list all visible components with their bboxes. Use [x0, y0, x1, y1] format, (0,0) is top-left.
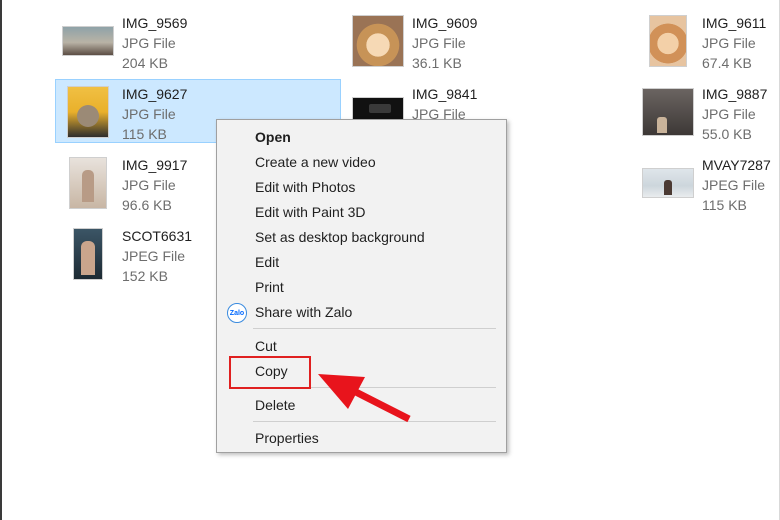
zalo-icon: Zalo [227, 303, 247, 323]
file-size: 115 KB [122, 126, 167, 142]
file-thumbnail [642, 86, 694, 138]
menu-item-set-desktop-background[interactable]: Set as desktop background [217, 225, 506, 250]
photo-thumbnail-icon [649, 15, 687, 67]
file-size: 204 KB [122, 55, 168, 71]
menu-item-label: Share with Zalo [255, 304, 353, 320]
file-type: JPEG File [122, 248, 186, 264]
file-name: SCOT6631 [122, 228, 193, 244]
photo-thumbnail-icon [69, 157, 107, 209]
photo-thumbnail-icon [642, 88, 694, 136]
photo-thumbnail-icon [352, 15, 404, 67]
file-name: IMG_9887 [702, 86, 768, 102]
file-item-img9609[interactable]: IMG_9609 JPG File 36.1 KB [345, 8, 615, 72]
red-arrow-icon [318, 374, 411, 423]
file-name: IMG_9917 [122, 157, 188, 173]
file-type: JPG File [412, 35, 466, 51]
file-size: 115 KB [702, 197, 747, 213]
file-size: 55.0 KB [702, 126, 752, 142]
photo-thumbnail-icon [67, 86, 109, 138]
menu-item-print[interactable]: Print [217, 275, 506, 300]
file-item-img9887[interactable]: IMG_9887 JPG File 55.0 KB [635, 79, 775, 143]
file-name: MVAY7287 [702, 157, 771, 173]
photo-thumbnail-icon [62, 26, 114, 56]
file-type: JPG File [122, 35, 176, 51]
file-thumbnail [642, 15, 694, 67]
menu-item-share-with-zalo[interactable]: Zalo Share with Zalo [217, 300, 506, 325]
photo-thumbnail-icon [642, 168, 694, 198]
file-type: JPG File [122, 177, 176, 193]
file-item-img9611[interactable]: IMG_9611 JPG File 67.4 KB [635, 8, 775, 72]
file-thumbnail [642, 157, 694, 209]
file-name: IMG_9569 [122, 15, 188, 31]
menu-item-create-new-video[interactable]: Create a new video [217, 150, 506, 175]
file-type: JPG File [122, 106, 176, 122]
file-size: 67.4 KB [702, 55, 752, 71]
menu-item-edit-with-paint-3d[interactable]: Edit with Paint 3D [217, 200, 506, 225]
menu-item-edit-with-photos[interactable]: Edit with Photos [217, 175, 506, 200]
file-type: JPEG File [702, 177, 766, 193]
file-type: JPG File [702, 106, 756, 122]
photo-thumbnail-icon [73, 228, 103, 280]
window-left-border [0, 0, 2, 520]
file-size: 36.1 KB [412, 55, 462, 71]
menu-item-edit[interactable]: Edit [217, 250, 506, 275]
file-name: IMG_9627 [122, 86, 188, 102]
menu-separator [253, 328, 496, 329]
file-name: IMG_9841 [412, 86, 478, 102]
file-thumbnail [352, 15, 404, 67]
file-item-mvay7287[interactable]: MVAY7287 JPEG File 115 KB [635, 150, 775, 214]
file-name: IMG_9609 [412, 15, 478, 31]
menu-item-open[interactable]: Open [217, 125, 506, 150]
file-thumbnail [62, 86, 114, 138]
file-thumbnail [62, 228, 114, 280]
copy-highlight-box [229, 356, 311, 389]
file-size: 152 KB [122, 268, 168, 284]
file-name: IMG_9611 [702, 15, 767, 31]
file-thumbnail [62, 15, 114, 67]
file-thumbnail [62, 157, 114, 209]
file-item-img9569[interactable]: IMG_9569 JPG File 204 KB [55, 8, 325, 72]
file-type: JPG File [702, 35, 756, 51]
file-size: 96.6 KB [122, 197, 172, 213]
